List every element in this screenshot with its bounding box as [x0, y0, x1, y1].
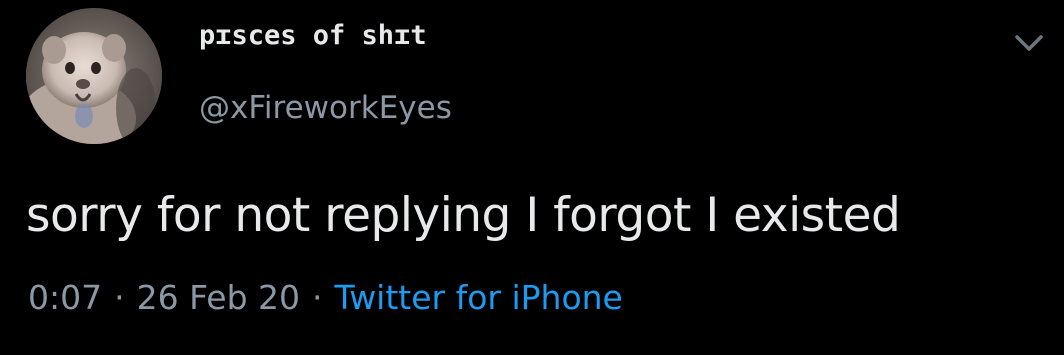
chevron-down-icon[interactable] — [1012, 30, 1046, 56]
tweet-time[interactable]: 0:07 — [28, 278, 102, 317]
separator-dot: · — [312, 278, 323, 317]
avatar-image — [26, 8, 162, 144]
tweet-source-link[interactable]: Twitter for iPhone — [335, 278, 623, 317]
tweet-card: pɪsces of shɪt @xFireworkEyes sorry for … — [0, 0, 1064, 355]
user-handle[interactable]: @xFireworkEyes — [199, 90, 452, 126]
tweet-date[interactable]: 26 Feb 20 — [137, 278, 300, 317]
avatar[interactable] — [26, 8, 162, 144]
separator-dot: · — [114, 278, 125, 317]
tweet-text: sorry for not replying I forgot I existe… — [26, 188, 901, 243]
display-name[interactable]: pɪsces of shɪt — [199, 20, 427, 51]
tweet-meta: 0:07 · 26 Feb 20 · Twitter for iPhone — [28, 278, 623, 317]
